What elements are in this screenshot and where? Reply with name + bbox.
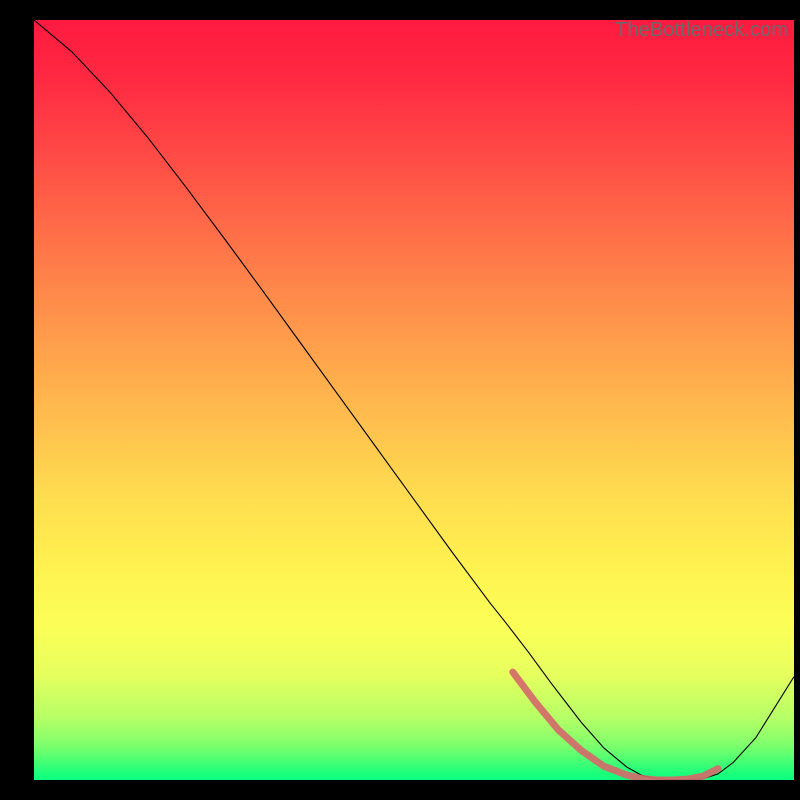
watermark-text: TheBottleneck.com <box>615 19 788 42</box>
gradient-background <box>34 20 794 780</box>
bottleneck-chart: TheBottleneck.com <box>34 20 794 780</box>
chart-svg <box>34 20 794 780</box>
